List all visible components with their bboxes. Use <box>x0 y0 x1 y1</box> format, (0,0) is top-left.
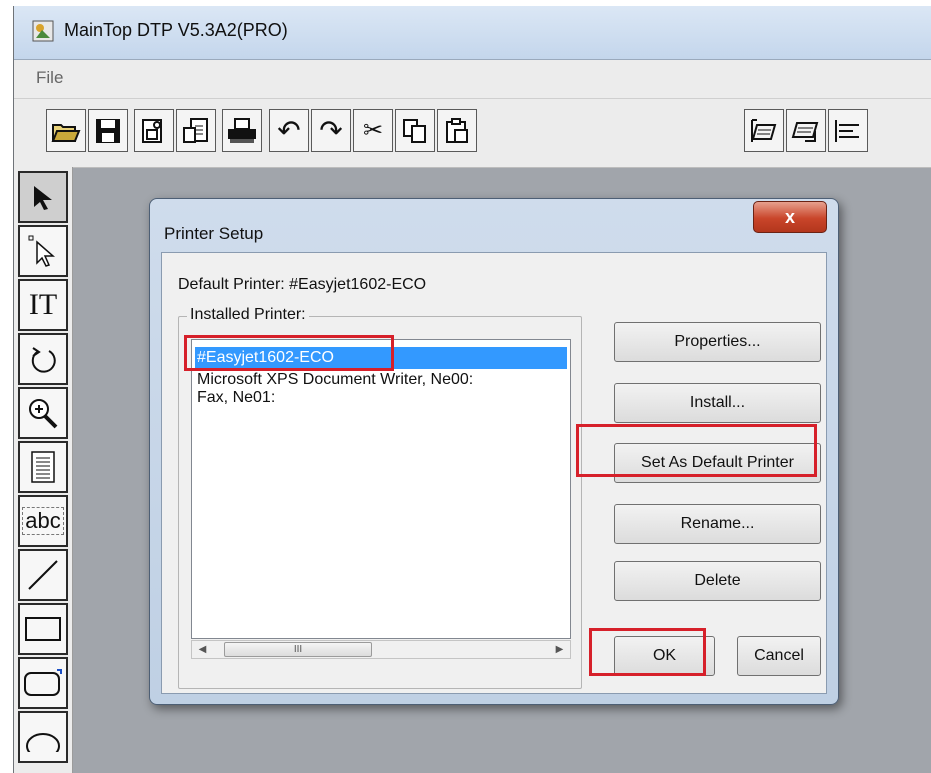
copy-icon[interactable] <box>395 109 435 152</box>
zoom-icon[interactable] <box>18 387 68 439</box>
cancel-button[interactable]: Cancel <box>737 636 821 676</box>
scroll-right-icon[interactable]: ▶ <box>551 642 568 657</box>
text-tool-icon[interactable]: IT <box>18 279 68 331</box>
scroll-thumb[interactable]: III <box>224 642 372 657</box>
node-select-icon[interactable] <box>18 225 68 277</box>
highlight-box-ok <box>589 628 706 676</box>
title-bar: MainTop DTP V5.3A2(PRO) <box>14 6 931 60</box>
default-printer-label: Default Printer: #Easyjet1602-ECO <box>178 276 427 293</box>
open-icon[interactable] <box>46 109 86 152</box>
rotate-icon[interactable] <box>18 333 68 385</box>
installed-printer-group: Installed Printer: #Easyjet1602-ECO Micr… <box>178 306 582 689</box>
rounded-rectangle-icon[interactable] <box>18 657 68 709</box>
align3-icon[interactable] <box>828 109 868 152</box>
align-icon[interactable] <box>744 109 784 152</box>
highlight-box-printer <box>184 335 394 371</box>
app-window: MainTop DTP V5.3A2(PRO) File ↶ ↷ ✂ IT ab… <box>13 6 931 773</box>
dialog-title: Printer Setup <box>164 224 264 243</box>
app-logo-icon <box>32 20 54 42</box>
redo-icon[interactable]: ↷ <box>311 109 351 152</box>
rectangle-icon[interactable] <box>18 603 68 655</box>
undo-icon[interactable]: ↶ <box>269 109 309 152</box>
cut-icon[interactable]: ✂ <box>353 109 393 152</box>
close-button[interactable]: x <box>753 201 827 233</box>
install-button[interactable]: Install... <box>614 383 821 423</box>
toolbar: ↶ ↷ ✂ <box>14 99 931 168</box>
paste-icon[interactable] <box>437 109 477 152</box>
save-icon[interactable] <box>88 109 128 152</box>
horizontal-scrollbar[interactable]: ◀ III ▶ <box>191 640 571 659</box>
menu-file[interactable]: File <box>36 68 63 88</box>
printer-list[interactable]: #Easyjet1602-ECO Microsoft XPS Document … <box>191 339 571 639</box>
printer-list-item[interactable]: Fax, Ne01: <box>197 387 275 409</box>
app-title: MainTop DTP V5.3A2(PRO) <box>64 20 288 40</box>
rename-button[interactable]: Rename... <box>614 504 821 544</box>
text-frame-icon[interactable]: abc <box>18 495 68 547</box>
installed-printer-label: Installed Printer: <box>187 306 309 324</box>
delete-button[interactable]: Delete <box>614 561 821 601</box>
align2-icon[interactable] <box>786 109 826 152</box>
close-icon: x <box>784 206 795 227</box>
line-icon[interactable] <box>18 549 68 601</box>
select-arrow-icon[interactable] <box>18 171 68 223</box>
properties-button[interactable]: Properties... <box>614 322 821 362</box>
paragraph-icon[interactable] <box>18 441 68 493</box>
toolbox: IT abc <box>14 167 73 773</box>
import-icon[interactable] <box>134 109 174 152</box>
export-icon[interactable] <box>176 109 216 152</box>
highlight-box-set-default <box>576 424 817 477</box>
ellipse-icon[interactable] <box>18 711 68 763</box>
scroll-left-icon[interactable]: ◀ <box>194 642 211 657</box>
print-icon[interactable] <box>222 109 262 152</box>
menu-bar: File <box>14 60 931 99</box>
